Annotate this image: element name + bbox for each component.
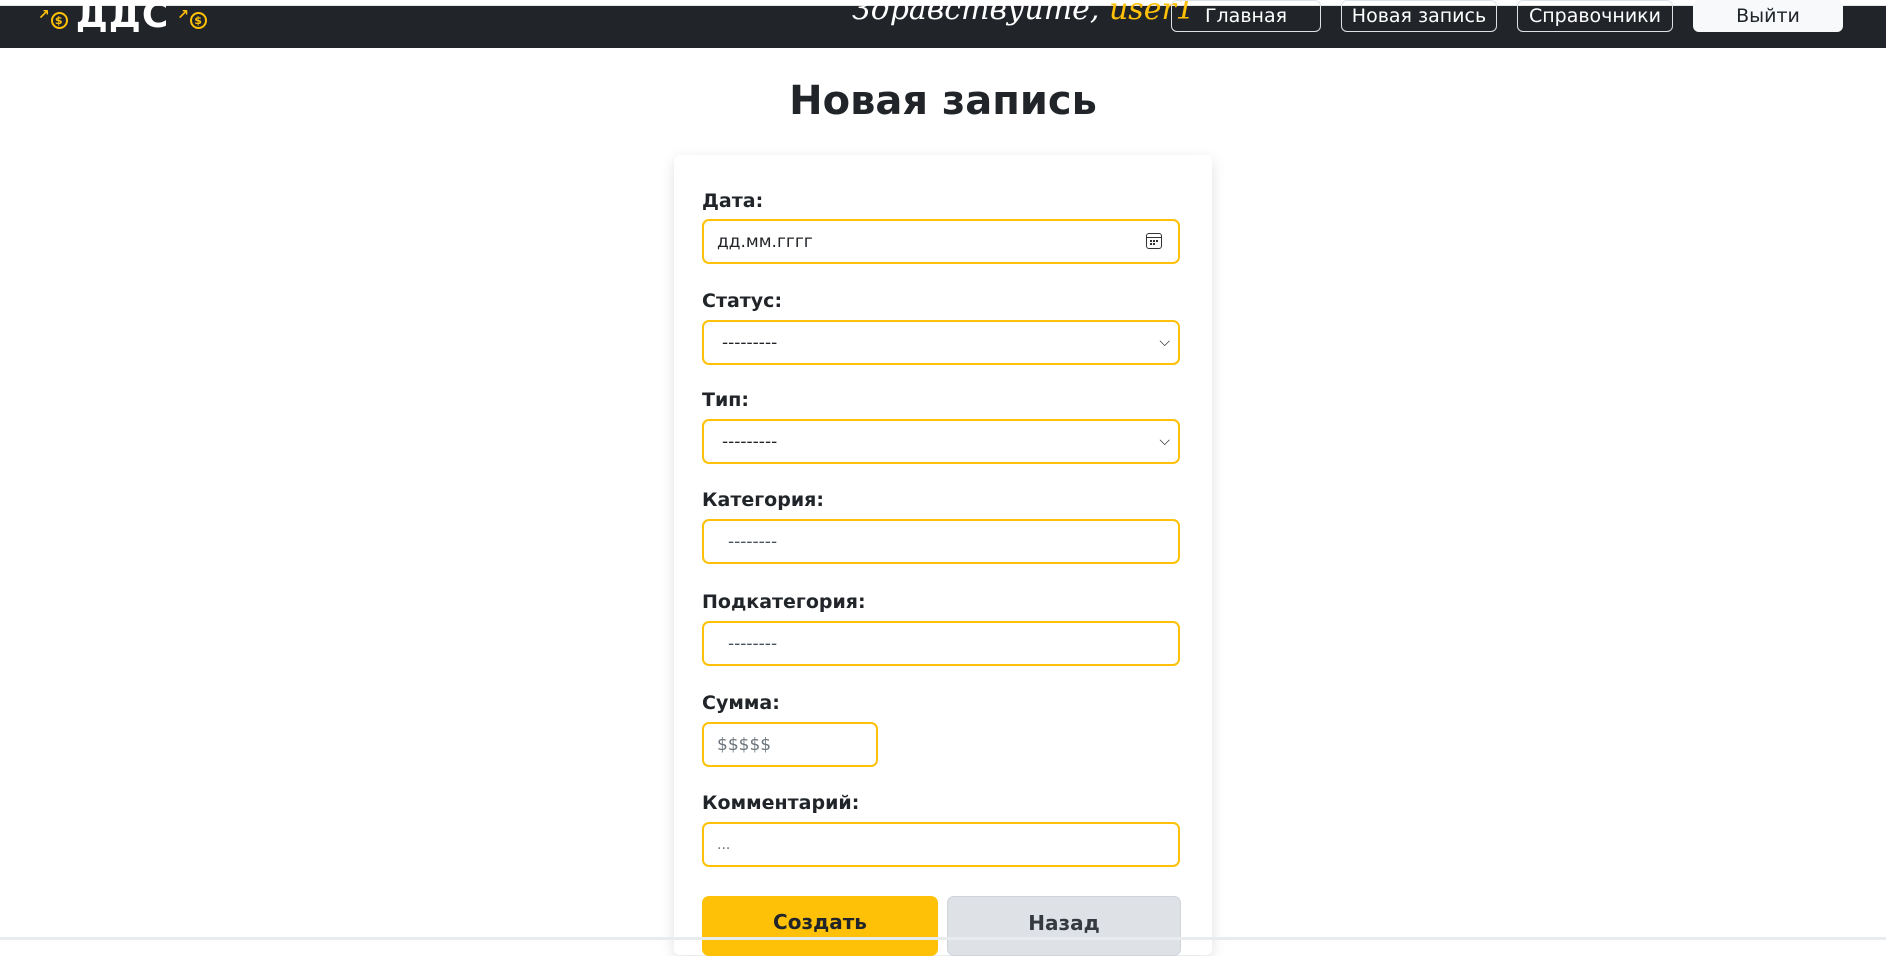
date-input[interactable]: дд.мм.гггг xyxy=(702,219,1180,264)
comment-label: Комментарий: xyxy=(702,792,860,814)
comment-input[interactable]: ... xyxy=(702,822,1180,867)
chevron-down-icon: ⌵ xyxy=(1159,334,1170,350)
subcategory-selected-value: -------- xyxy=(728,633,778,654)
category-select[interactable]: -------- xyxy=(702,519,1180,564)
category-selected-value: -------- xyxy=(728,531,778,552)
page-title: Новая запись xyxy=(789,78,1097,124)
type-label: Тип: xyxy=(702,389,749,411)
create-button[interactable]: Создать xyxy=(702,896,938,956)
calendar-icon[interactable] xyxy=(1146,233,1162,249)
date-placeholder: дд.мм.гггг xyxy=(717,231,813,252)
amount-label: Сумма: xyxy=(702,692,780,714)
coin-icon: ↗ $ xyxy=(38,2,68,29)
amount-input[interactable]: $$$$$ xyxy=(702,722,878,767)
form-card: Дата: дд.мм.гггг Статус: --------- ⌵ Тип… xyxy=(674,155,1212,956)
back-button[interactable]: Назад xyxy=(947,896,1181,956)
logout-button[interactable]: Выйти xyxy=(1693,0,1843,32)
status-selected-value: --------- xyxy=(722,332,778,353)
status-label: Статус: xyxy=(702,290,783,312)
amount-placeholder: $$$$$ xyxy=(717,734,772,755)
date-label: Дата: xyxy=(702,190,764,212)
brand-text: ДДС xyxy=(75,0,170,32)
category-label: Категория: xyxy=(702,489,824,511)
nav-link-directories[interactable]: Справочники xyxy=(1517,0,1673,32)
type-select[interactable]: --------- ⌵ xyxy=(702,419,1180,464)
nav-link-new-record[interactable]: Новая запись xyxy=(1341,0,1497,32)
subcategory-label: Подкатегория: xyxy=(702,591,866,613)
comment-placeholder: ... xyxy=(717,836,731,853)
greeting-text: Здравствуйте, xyxy=(852,0,1100,26)
brand-logo[interactable]: ↗ $ ДДС ↗ $ xyxy=(38,0,208,32)
top-navbar: ↗ $ ДДС ↗ $ Здравствуйте, user1 Главная Но… xyxy=(0,0,1886,48)
subcategory-select[interactable]: -------- xyxy=(702,621,1180,666)
greeting: Здравствуйте, user1 xyxy=(852,0,1195,26)
status-select[interactable]: --------- ⌵ xyxy=(702,320,1180,365)
nav-link-home[interactable]: Главная xyxy=(1171,0,1321,32)
type-selected-value: --------- xyxy=(722,431,778,452)
coin-icon: ↗ $ xyxy=(177,2,208,29)
chevron-down-icon: ⌵ xyxy=(1159,433,1170,449)
